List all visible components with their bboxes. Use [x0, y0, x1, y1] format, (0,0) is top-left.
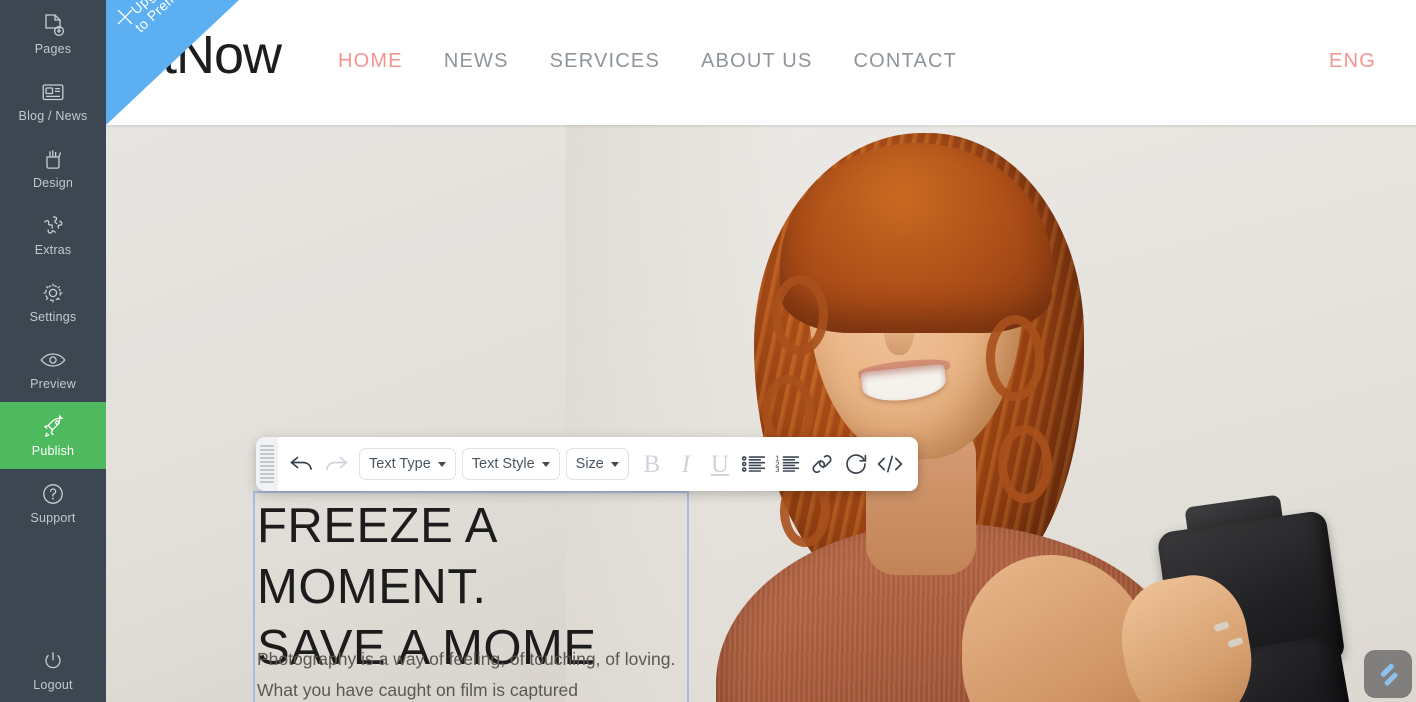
page-canvas: FREEZE A MOMENT. SAVE A MOME Photography… [106, 0, 1416, 702]
size-label: Size [575, 456, 604, 472]
main-sidebar: Pages Blog / News Design Extras Settings… [0, 0, 106, 702]
bullet-list-button[interactable] [737, 444, 771, 484]
code-icon [874, 451, 906, 477]
sidebar-item-label: Design [32, 175, 74, 190]
sidebar-item-design[interactable]: Design [0, 134, 106, 201]
underline-button[interactable]: U [703, 444, 737, 484]
bold-label: B [643, 450, 661, 478]
chevron-down-icon [610, 461, 619, 467]
hero-body-text[interactable]: Photography is a way of feeling, of touc… [257, 644, 687, 702]
bullet-list-icon [740, 452, 768, 476]
sidebar-item-label: Pages [34, 41, 72, 56]
underline-label: U [710, 450, 729, 478]
link-icon [807, 451, 837, 477]
size-select[interactable]: Size [565, 448, 629, 480]
refresh-button[interactable] [839, 444, 873, 484]
italic-label: I [681, 450, 691, 478]
undo-icon [287, 451, 317, 477]
nav-item-about-us[interactable]: ABOUT US [701, 50, 812, 73]
close-icon[interactable] [114, 6, 136, 28]
news-icon [39, 79, 67, 105]
rich-text-toolbar[interactable]: Text Type Text Style Size B I U 1 2 3 [256, 437, 918, 491]
code-button[interactable] [873, 444, 907, 484]
sidebar-item-label: Extras [34, 242, 72, 257]
upgrade-to-premium-ribbon[interactable]: Upgrade to Premium [106, 0, 239, 125]
numbered-list-button[interactable]: 1 2 3 [771, 444, 805, 484]
sidebar-item-label: Settings [29, 309, 77, 324]
assistant-button[interactable] [1364, 650, 1412, 698]
sidebar-item-label: Logout [33, 677, 73, 692]
svg-text:3: 3 [775, 465, 779, 474]
text-type-select[interactable]: Text Type [359, 448, 456, 480]
site-nav: HOME NEWS SERVICES ABOUT US CONTACT [338, 50, 957, 73]
redo-button[interactable] [319, 444, 353, 484]
sidebar-item-extras[interactable]: Extras [0, 201, 106, 268]
photo-curl [772, 275, 828, 355]
nav-item-contact[interactable]: CONTACT [854, 50, 958, 73]
sidebar-item-pages[interactable]: Pages [0, 0, 106, 67]
text-style-label: Text Style [471, 456, 535, 472]
sidebar-item-blog-news[interactable]: Blog / News [0, 67, 106, 134]
eye-icon [39, 347, 67, 373]
nav-item-news[interactable]: NEWS [444, 50, 509, 73]
sidebar-item-label: Support [30, 510, 76, 525]
chevron-down-icon [437, 461, 446, 467]
pages-icon [39, 12, 67, 38]
numbered-list-icon: 1 2 3 [774, 452, 802, 476]
site-header: ctNow HOME NEWS SERVICES ABOUT US CONTAC… [106, 0, 1416, 125]
sidebar-item-logout[interactable]: Logout [0, 637, 106, 702]
link-button[interactable] [805, 444, 839, 484]
language-switcher[interactable]: ENG [1329, 50, 1376, 73]
text-type-label: Text Type [369, 456, 431, 472]
photo-curl [998, 425, 1052, 503]
question-icon [39, 481, 67, 507]
sidebar-item-support[interactable]: Support [0, 469, 106, 536]
sidebar-item-label: Preview [30, 376, 76, 391]
text-style-select[interactable]: Text Style [461, 448, 560, 480]
nav-item-home[interactable]: HOME [338, 50, 403, 73]
editor-app: Pages Blog / News Design Extras Settings… [0, 0, 1416, 702]
sidebar-item-preview[interactable]: Preview [0, 335, 106, 402]
sidebar-item-label: Publish [31, 443, 75, 458]
sidebar-item-label: Blog / News [18, 108, 88, 123]
refresh-icon [841, 451, 871, 477]
toolbar-drag-handle[interactable] [256, 437, 278, 491]
grip-icon [260, 445, 274, 483]
power-icon [39, 648, 67, 674]
slanted-bars-icon [1375, 661, 1401, 687]
sidebar-item-settings[interactable]: Settings [0, 268, 106, 335]
redo-icon [321, 451, 351, 477]
design-icon [39, 146, 67, 172]
rocket-icon [39, 414, 67, 440]
italic-button[interactable]: I [669, 444, 703, 484]
photo-curl [986, 315, 1044, 401]
bold-button[interactable]: B [635, 444, 669, 484]
undo-button[interactable] [285, 444, 319, 484]
sidebar-item-publish[interactable]: Publish [0, 402, 106, 469]
nav-item-services[interactable]: SERVICES [550, 50, 660, 73]
gear-icon [39, 280, 67, 306]
extras-icon [39, 213, 67, 239]
chevron-down-icon [541, 461, 550, 467]
